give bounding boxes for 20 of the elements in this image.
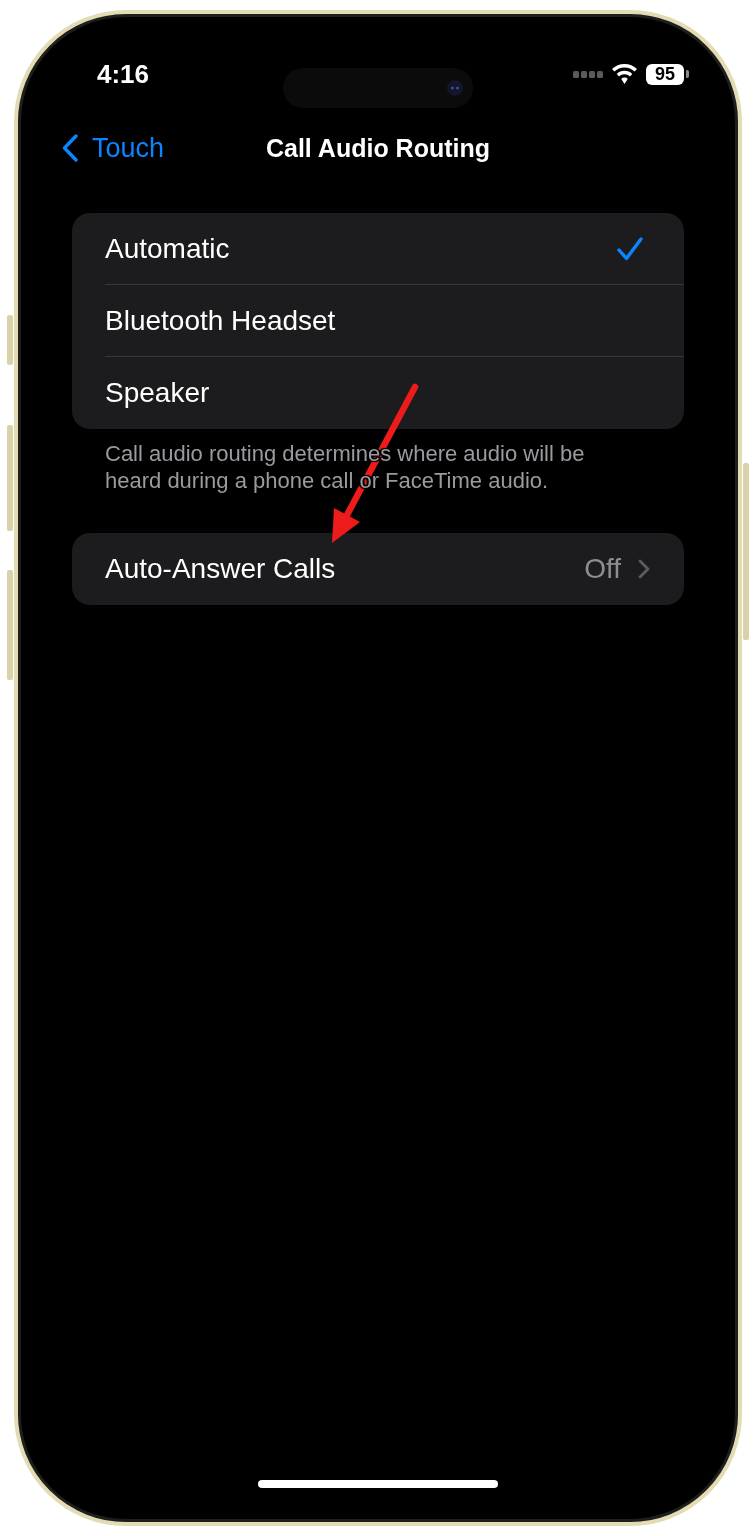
wifi-icon	[612, 64, 637, 84]
side-button[interactable]	[743, 463, 749, 640]
status-time: 4:16	[97, 59, 150, 89]
camera-lens-icon	[447, 80, 463, 96]
side-button[interactable]	[7, 570, 13, 680]
row-label: Auto-Answer Calls	[105, 553, 336, 585]
battery-level: 95	[646, 63, 684, 85]
back-chevron-icon	[62, 134, 78, 162]
auto-answer-row[interactable]: Auto-Answer Calls Off	[72, 533, 684, 605]
option-row[interactable]: Speaker	[72, 357, 684, 429]
option-row[interactable]: Bluetooth Headset	[72, 285, 684, 357]
side-button[interactable]	[7, 425, 13, 531]
row-value: Off	[584, 553, 621, 585]
option-row[interactable]: Automatic	[72, 213, 684, 285]
back-button[interactable]: Touch	[62, 132, 165, 164]
battery-tip-icon	[686, 70, 689, 78]
screen-title: Call Audio Routing	[265, 133, 490, 164]
side-button[interactable]	[7, 315, 13, 365]
cellular-signal-icon	[573, 70, 603, 78]
chevron-right-icon	[638, 559, 650, 579]
